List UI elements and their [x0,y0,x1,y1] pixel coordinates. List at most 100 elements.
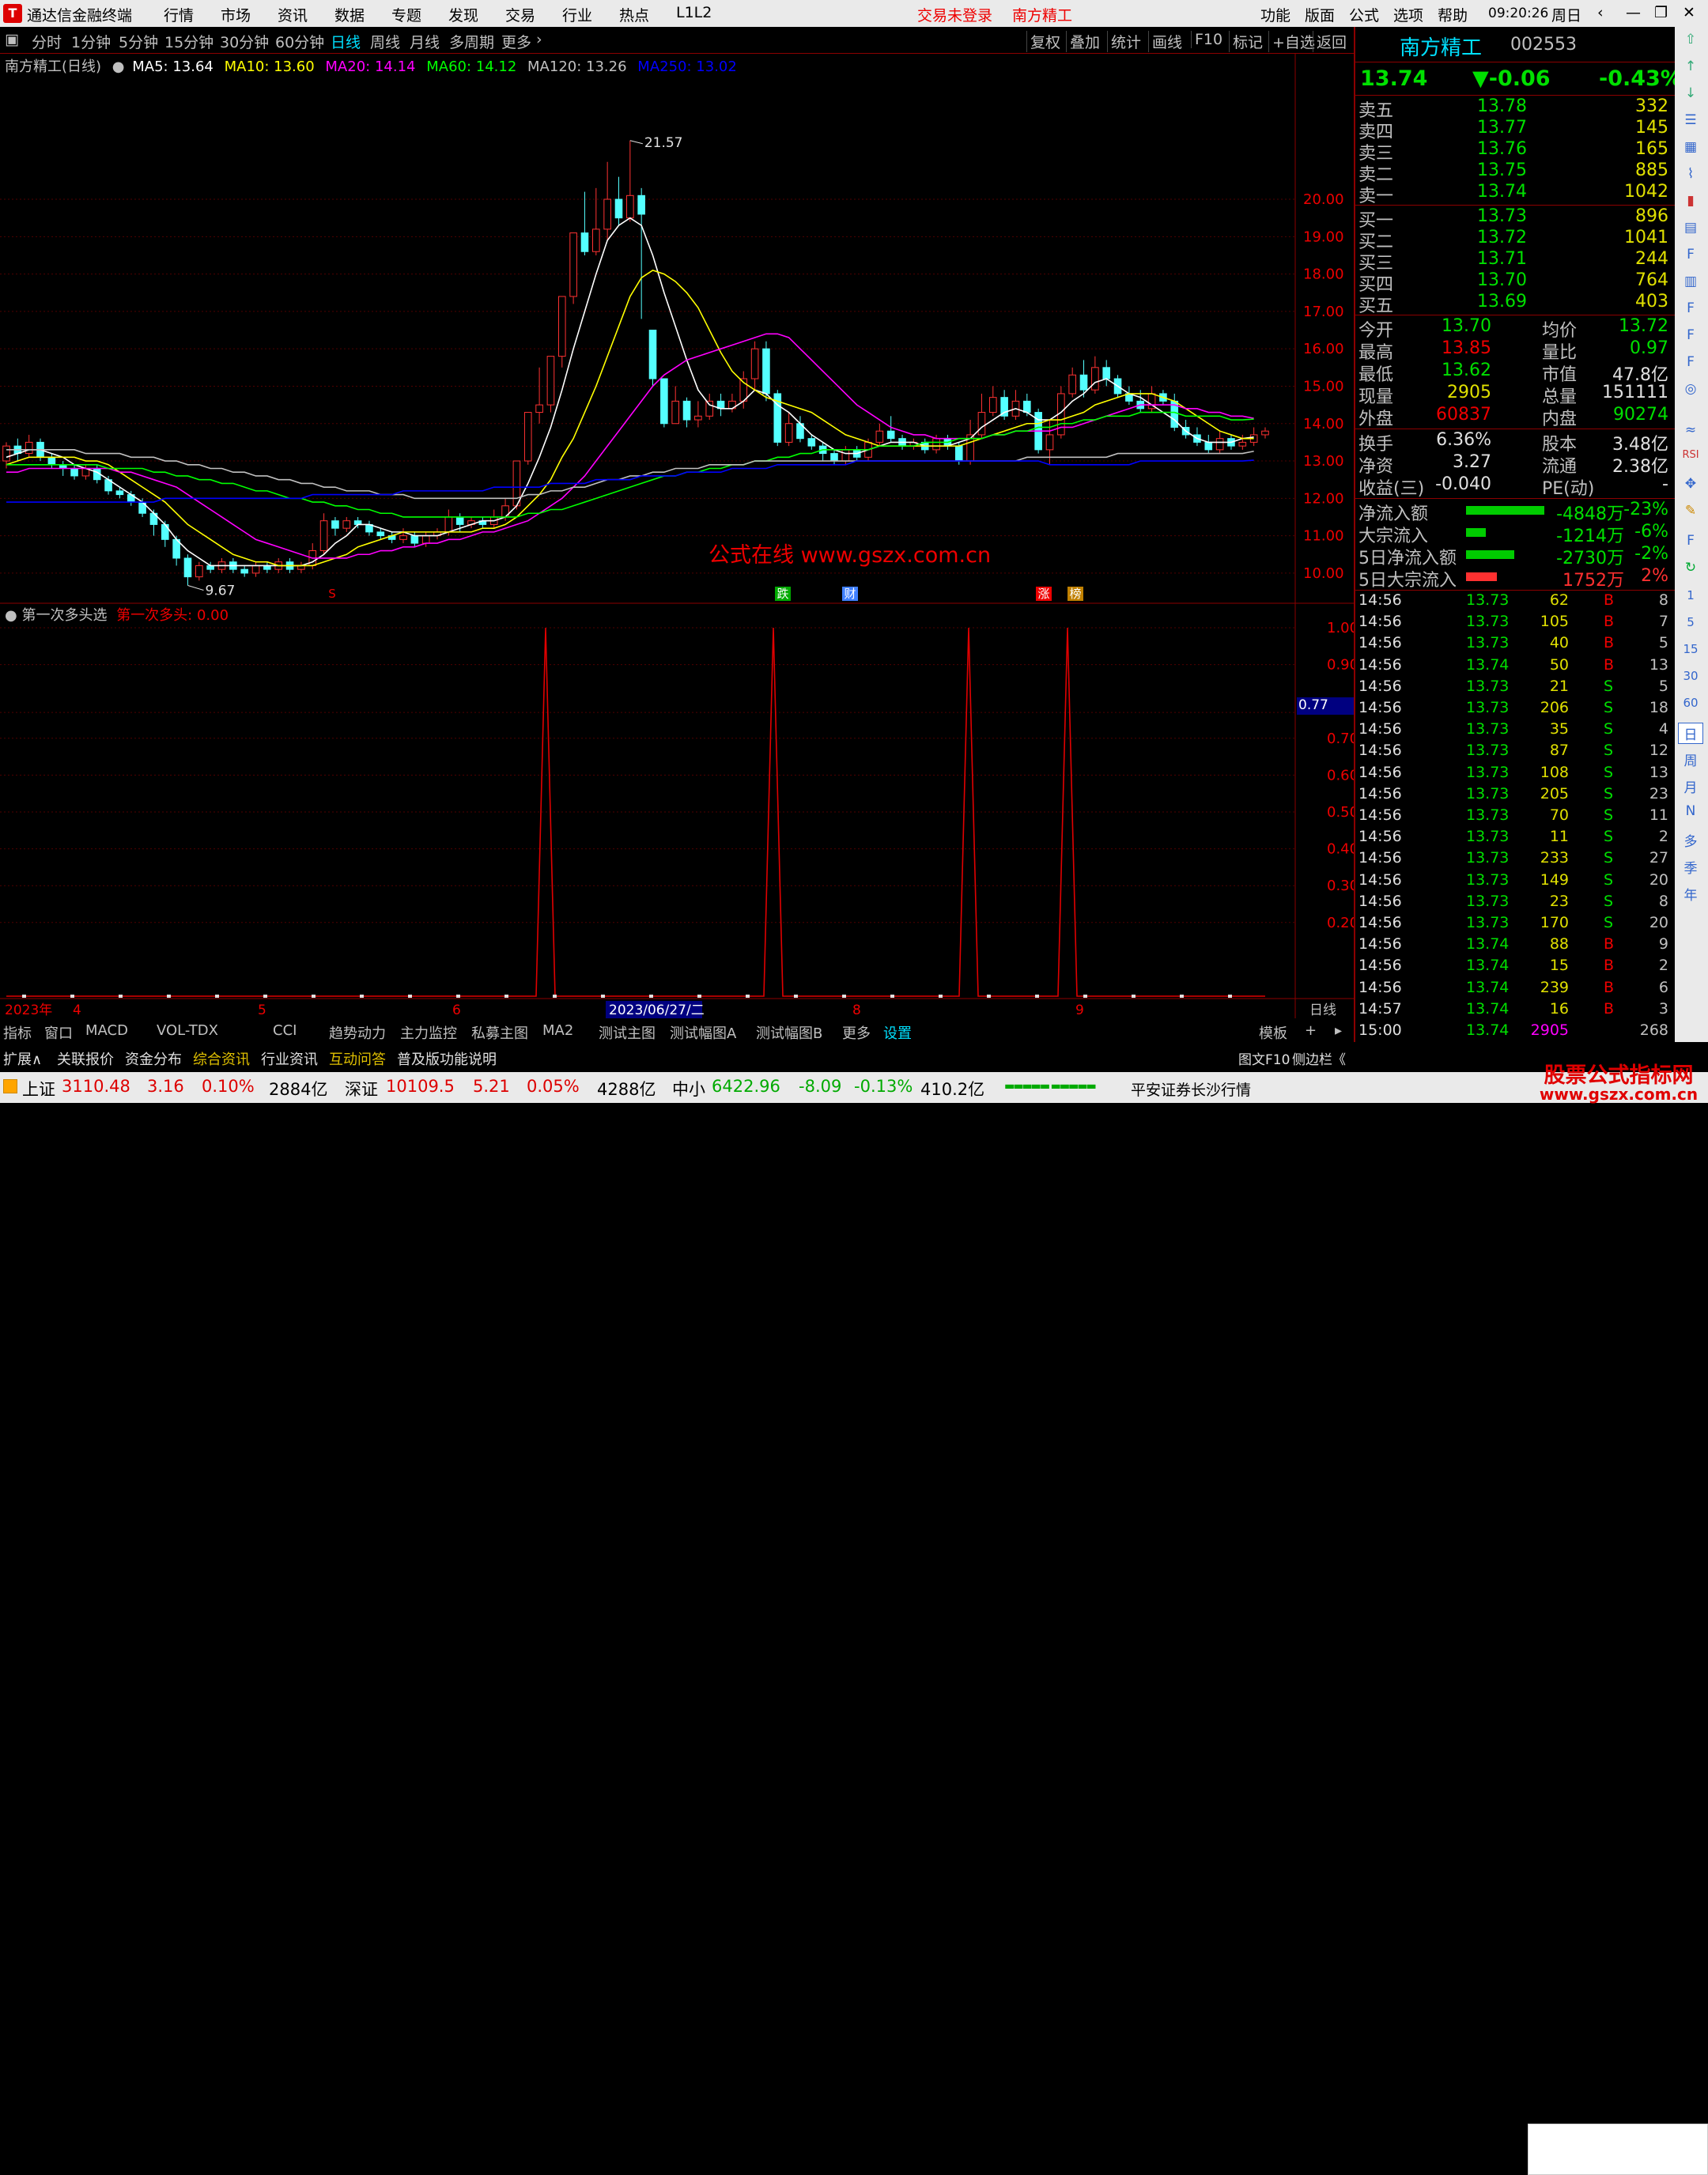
period-day-icon[interactable]: 日 [1678,723,1703,744]
menu-layout[interactable]: 版面 [1305,4,1335,25]
adjust-button[interactable]: 复权 [1026,31,1060,52]
candle-body[interactable] [115,490,124,496]
candle-body[interactable] [671,400,680,425]
panel-toggle-icon[interactable]: ▣ [5,31,19,48]
candle-body[interactable] [47,456,56,466]
candle-body[interactable] [954,445,963,462]
f3-icon[interactable]: F [1678,354,1703,370]
more-icon[interactable]: ▸ [1335,1022,1342,1039]
tab-trend-power[interactable]: 趋势动力 [329,1022,386,1043]
news-icon[interactable]: ▥ [1678,274,1703,289]
refresh-icon[interactable]: ↻ [1678,560,1703,576]
period-quarter-icon[interactable]: 季 [1678,857,1703,877]
tab-window[interactable]: 窗口 [44,1022,73,1043]
mark-button[interactable]: 标记 [1229,31,1263,52]
grid-icon[interactable]: ▦ [1678,139,1703,155]
arrow-up-icon[interactable]: ↑ [1678,59,1703,74]
sidebar-toggle[interactable]: 侧边栏《 [1292,1048,1346,1068]
draw-button[interactable]: 画线 [1148,31,1182,52]
candle-body[interactable] [183,557,192,578]
menu-l1l2[interactable]: L1L2 [676,4,712,21]
line-chart-icon[interactable]: ⌇ [1678,166,1703,182]
arrow-down-icon[interactable]: ↓ [1678,85,1703,101]
candle-body[interactable] [70,467,78,477]
period-30min[interactable]: 30分钟 [220,31,269,52]
minimize-icon[interactable]: — [1626,4,1641,21]
candle-body[interactable] [1102,367,1111,379]
tab-vol[interactable]: VOL-TDX [157,1022,218,1039]
candle-body[interactable] [546,356,555,406]
period-60-icon[interactable]: 60 [1678,696,1703,710]
candle-body[interactable] [750,348,759,379]
f10-button[interactable]: F10 [1191,31,1222,48]
rsi-icon[interactable]: RSI [1678,449,1703,461]
back-icon[interactable]: ‹ [1597,4,1604,21]
candle-body[interactable] [455,516,464,525]
candle-body[interactable] [1079,374,1088,391]
add-watchlist-button[interactable]: +自选 [1268,31,1315,52]
period-1min[interactable]: 1分钟 [71,31,111,52]
period-timeshare[interactable]: 分时 [32,31,62,52]
candle-body[interactable] [1238,441,1247,447]
candle-body[interactable] [523,412,532,462]
candle-body[interactable] [25,441,33,455]
menu-quotes[interactable]: 行情 [164,4,194,25]
candle-body[interactable] [841,449,850,462]
menu-news[interactable]: 资讯 [278,4,308,25]
f-icon[interactable]: F [1678,300,1703,316]
menu-formula[interactable]: 公式 [1349,4,1379,25]
menu-discover[interactable]: 发现 [448,4,478,25]
tab-expand[interactable]: 扩展∧ [3,1048,42,1069]
tab-test-b[interactable]: 测试幅图B [756,1022,822,1043]
candle-body[interactable] [410,535,419,544]
menu-data[interactable]: 数据 [334,4,365,25]
candle-body[interactable] [512,460,521,507]
candle-body[interactable] [331,520,339,529]
candle-body[interactable] [342,520,351,529]
candle-body[interactable] [1023,400,1031,413]
tab-macd[interactable]: MACD [85,1022,128,1039]
candle-body[interactable] [886,430,895,440]
tab-cci[interactable]: CCI [273,1022,297,1039]
candle-body[interactable] [376,531,385,537]
index-sh-name[interactable]: 上证 [22,1077,55,1101]
candle-body[interactable] [557,296,566,357]
wave-icon[interactable]: ≈ [1678,422,1703,438]
add-tab-icon[interactable]: + [1305,1022,1317,1039]
tab-test-a[interactable]: 测试幅图A [670,1022,736,1043]
login-status[interactable]: 交易未登录 [917,4,992,25]
period-more[interactable]: 更多 [501,31,531,52]
period-year-icon[interactable]: 年 [1678,884,1703,904]
move-icon[interactable]: ✥ [1678,476,1703,492]
candle-body[interactable] [682,400,691,421]
list-icon[interactable]: ☰ [1678,112,1703,128]
tab-industry-news[interactable]: 行业资讯 [261,1048,318,1069]
chart-canvas[interactable]: 10.00 11.00 12.00 13.00 14.00 15.00 16.00 17.00… [0,54,1354,1018]
event-marker-label[interactable]: S [328,587,336,601]
tab-private-fund[interactable]: 私募主图 [471,1022,528,1043]
tab-indicator[interactable]: 指标 [3,1022,32,1043]
period-multi-icon[interactable]: 多 [1678,830,1703,850]
candle-body[interactable] [603,198,611,230]
candle-body[interactable] [977,412,986,436]
period-15-icon[interactable]: 15 [1678,642,1703,656]
stats-button[interactable]: 统计 [1107,31,1141,52]
pencil-icon[interactable]: ✎ [1678,503,1703,519]
menu-hot[interactable]: 热点 [619,4,649,25]
candle-body[interactable] [830,453,838,462]
tab-more[interactable]: 更多 [842,1022,871,1043]
candle-body[interactable] [240,568,248,574]
tab-help[interactable]: 普及版功能说明 [397,1048,497,1069]
candle-body[interactable] [626,194,634,219]
tab-settings[interactable]: 设置 [883,1022,912,1043]
table-icon[interactable]: ▤ [1678,220,1703,236]
menu-help[interactable]: 帮助 [1438,4,1468,25]
candle-body[interactable] [444,516,453,533]
event-marker-label[interactable]: 涨 [1037,587,1049,601]
candle-body[interactable] [1261,430,1269,436]
circle-icon[interactable]: ◎ [1678,381,1703,397]
period-multi[interactable]: 多周期 [449,31,494,52]
period-monthly[interactable]: 月线 [410,31,440,52]
period-daily[interactable]: 日线 [331,31,361,52]
menu-options[interactable]: 选项 [1393,4,1423,25]
